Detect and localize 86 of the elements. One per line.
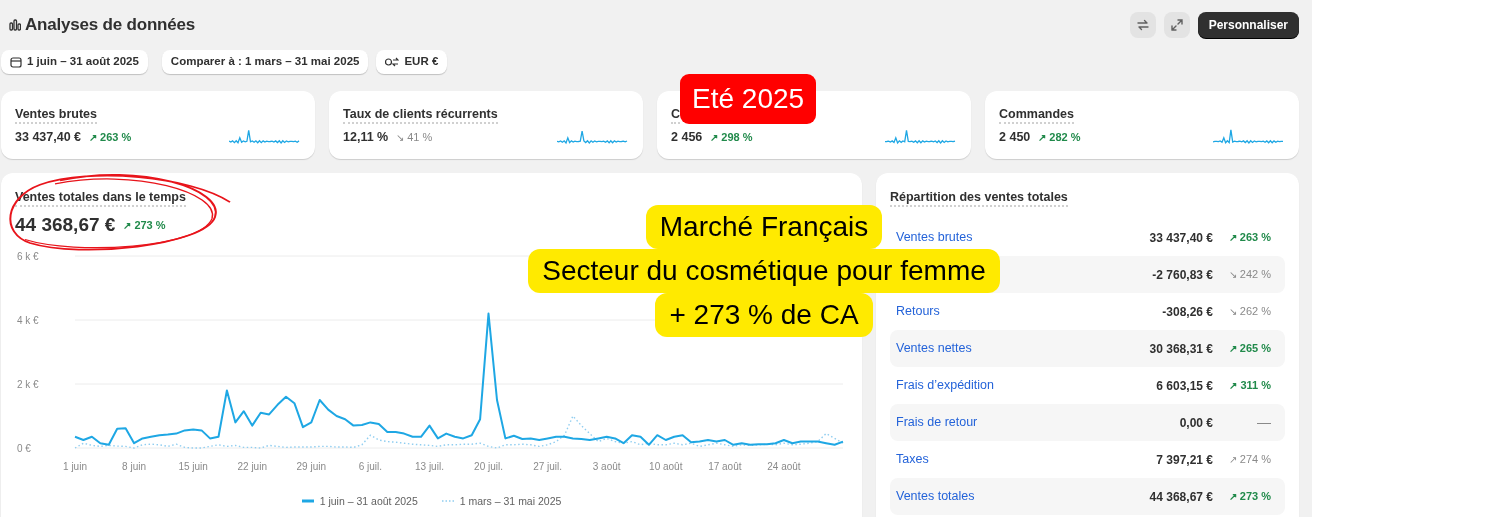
x-axis-label: 3 août	[592, 460, 621, 472]
x-axis-label: 8 juin	[122, 460, 147, 472]
expand-button[interactable]	[1163, 12, 1190, 38]
breakdown-value: 6 603,15 €	[1156, 377, 1213, 395]
change-text: 242 %	[1239, 267, 1271, 283]
change-text: 273 %	[1239, 489, 1271, 505]
expand-icon	[1169, 18, 1184, 32]
change-text: 263 %	[1239, 230, 1271, 246]
legend-swatch	[441, 499, 454, 504]
x-axis-label: 17 août	[708, 460, 742, 472]
trend-arrow-icon: ↗	[123, 217, 132, 233]
breakdown-link[interactable]: Ventes totales	[896, 487, 975, 506]
breakdown-value: 0,00 €	[1179, 414, 1213, 432]
annotation-callout: + 273 % de CA	[655, 293, 873, 337]
metric-title[interactable]: Commandes	[999, 107, 1075, 124]
breakdown-title[interactable]: Répartition des ventes totales	[890, 190, 1068, 207]
dash-text: —	[1257, 413, 1271, 432]
change-text: 262 %	[1239, 304, 1271, 320]
trend-arrow-icon: ↘	[1228, 304, 1237, 319]
annotation-label: Eté 2025	[680, 74, 817, 124]
calendar-icon	[10, 56, 22, 68]
trend-arrow-icon: ↗	[1228, 341, 1237, 356]
filter-button[interactable]: Comparer à : 1 mars – 31 mai 2025	[161, 50, 369, 74]
metric-title[interactable]: Ventes brutes	[15, 107, 97, 124]
breakdown-value: 7 397,21 €	[1156, 451, 1213, 469]
change-text: 311 %	[1240, 378, 1271, 394]
change-text: 263 %	[100, 130, 132, 146]
annotation-callout: Secteur du cosmétique pour femme	[528, 249, 1000, 293]
sparkline	[229, 127, 301, 147]
y-axis-label: 2 k €	[17, 378, 39, 390]
breakdown-link[interactable]: Taxes	[896, 450, 929, 469]
trend-arrow-icon: ↗	[1229, 378, 1238, 393]
x-axis-label: 1 juin	[63, 460, 87, 472]
trend-arrow-icon: ↗	[1228, 230, 1237, 245]
breakdown-link[interactable]: Ventes brutes	[896, 228, 973, 247]
filter-button[interactable]: EUR €	[376, 50, 448, 74]
legend-label: 1 mars – 31 mai 2025	[459, 493, 562, 509]
trend-arrow-icon: ↗	[710, 129, 719, 145]
y-axis-label: 0 €	[17, 442, 31, 454]
page-title: Analyses de données	[25, 14, 196, 37]
x-axis-label: 29 juin	[296, 460, 327, 472]
annotation-callout: Marché Français	[645, 205, 883, 249]
change-text: 274 %	[1239, 452, 1271, 468]
metric-value: 12,11 %	[343, 129, 389, 146]
x-axis-label: 15 juin	[178, 460, 208, 472]
change-text: 265 %	[1239, 341, 1271, 357]
metric-title[interactable]: Taux de clients récurrents	[343, 107, 498, 124]
customize-button[interactable]: Personnaliser	[1197, 12, 1299, 38]
breakdown-link[interactable]: Frais de retour	[896, 413, 978, 432]
legend-label: 1 juin – 31 août 2025	[319, 493, 418, 509]
trend-arrow-icon: ↗	[1228, 489, 1237, 504]
change-text: 282 %	[1049, 130, 1081, 146]
trend-arrow-icon: ↗	[1038, 129, 1047, 145]
change-text: 298 %	[721, 130, 753, 146]
x-axis-label: 13 juil.	[415, 460, 444, 472]
x-axis-label: 10 août	[649, 460, 683, 472]
trend-arrow-icon: ↘	[396, 129, 405, 145]
sparkline	[1213, 127, 1285, 147]
breakdown-link[interactable]: Retours	[896, 302, 940, 321]
filter-button[interactable]: 1 juin – 31 août 2025	[1, 50, 148, 74]
breakdown-value: -308,26 €	[1162, 303, 1213, 321]
metric-value: 2 450	[999, 129, 1031, 146]
trend-arrow-icon: ↗	[1228, 452, 1237, 467]
sparkline	[885, 127, 957, 147]
breakdown-value: 30 368,31 €	[1149, 340, 1213, 358]
breakdown-link[interactable]: Ventes nettes	[896, 339, 972, 358]
metric-value: 33 437,40 €	[15, 129, 82, 146]
y-axis-label: 4 k €	[17, 314, 39, 326]
trend-arrow-icon: ↗	[89, 129, 98, 145]
x-axis-label: 22 juin	[237, 460, 267, 472]
breakdown-value: 33 437,40 €	[1149, 229, 1213, 247]
x-axis-label: 27 juil.	[533, 460, 563, 472]
bar-chart-icon	[9, 19, 21, 31]
total-value: 44 368,67 €	[15, 213, 116, 237]
change-text: 273 %	[134, 218, 166, 233]
x-axis-label: 6 juil.	[358, 460, 383, 472]
breakdown-link[interactable]: Frais d’expédition	[896, 376, 994, 395]
trend-arrow-icon: ↘	[1228, 267, 1237, 282]
breakdown-value: -2 760,83 €	[1152, 266, 1213, 284]
change-text: 41 %	[407, 130, 433, 146]
legend-swatch	[301, 499, 314, 504]
metric-value: 2 456	[671, 129, 703, 146]
breakdown-value: 44 368,67 €	[1149, 488, 1213, 506]
y-axis-label: 6 k €	[17, 250, 39, 262]
x-axis-label: 24 août	[767, 460, 801, 472]
x-axis-label: 20 juil.	[474, 460, 503, 472]
